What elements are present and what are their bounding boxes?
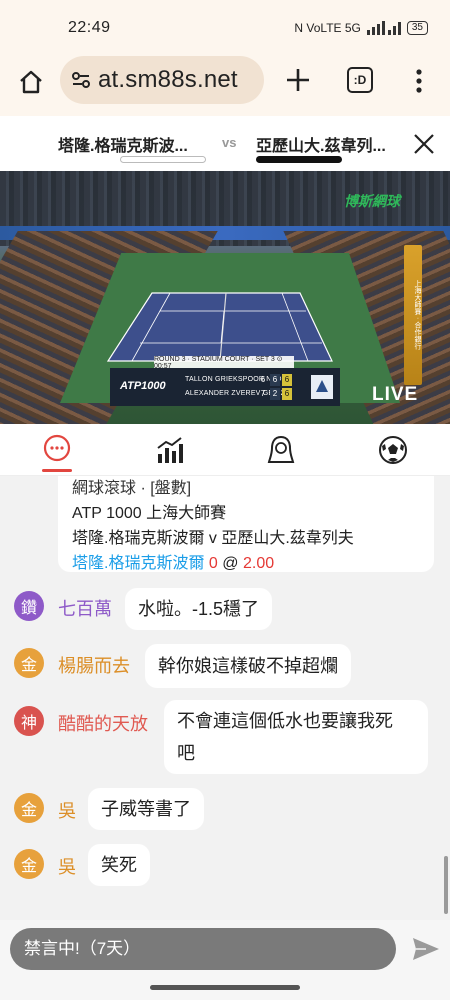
site-settings-icon[interactable] (70, 69, 92, 91)
card-bet-line: 塔隆.格瑞克斯波爾 0 @ 2.00 (72, 551, 434, 576)
active-tab-indicator (42, 469, 72, 472)
bar-chart-icon[interactable] (154, 434, 184, 466)
bet-selection: 塔隆.格瑞克斯波爾 (72, 555, 205, 572)
status-indicators: N VoLTE 5G 35 (294, 21, 428, 35)
tab-switcher-icon[interactable]: :D (347, 67, 373, 93)
round-label: ROUND 3 · STADIUM COURT · SET 3 ⊙ 00:57 (154, 356, 294, 370)
atp-logo: ATP1000 (120, 380, 166, 392)
chat-username[interactable]: 七百萬 (58, 595, 112, 621)
user-rank-badge: 神 (14, 706, 44, 736)
live-label: LIVE (372, 384, 419, 405)
vs-label: vs (222, 135, 237, 150)
chat-bubble-line: 不會連這個低水也要讓我死 (177, 711, 393, 731)
away-team-tab[interactable]: 亞歷山大.茲韋列... (256, 132, 386, 156)
system-nav-handle[interactable] (150, 985, 300, 990)
p2-set2: 2 (270, 388, 280, 400)
match-header: 塔隆.格瑞克斯波... vs 亞歷山大.茲韋列... (0, 116, 450, 171)
bet-at: @ (222, 555, 239, 572)
status-bar: 22:49 N VoLTE 5G 35 (0, 0, 450, 56)
content-tab-bar (0, 424, 450, 476)
chat-username[interactable]: 楊腸而去 (58, 652, 130, 678)
chat-bubble-line: 吧 (177, 743, 195, 763)
signal-icon (366, 21, 401, 35)
channel-logo: 博斯網球 (344, 193, 400, 209)
away-team-indicator (256, 156, 342, 163)
chat-bubble: 水啦。-1.5穩了 (125, 588, 273, 630)
p2-set1: 7 (260, 389, 266, 398)
battery-icon: 35 (406, 21, 428, 35)
url-bar[interactable]: at.sm88s.net (60, 56, 264, 104)
user-rank-badge: 金 (14, 793, 44, 823)
chat-bubble: 幹你娘這樣破不掉超爛 (145, 644, 351, 688)
network-indicators: N VoLTE 5G (294, 21, 361, 35)
url-text: at.sm88s.net (98, 66, 238, 93)
chat-bubble-icon[interactable] (42, 434, 72, 466)
home-icon[interactable] (17, 68, 45, 96)
card-tournament: ATP 1000 上海大師賽 (72, 505, 227, 522)
p1-set3: 6 (282, 374, 292, 386)
bet-handicap: 0 (208, 555, 218, 572)
chat-bubble: 笑死 (88, 844, 150, 886)
overflow-menu-icon[interactable] (414, 68, 424, 94)
status-time: 22:49 (68, 19, 111, 36)
user-rank-badge: 鑽 (14, 591, 44, 621)
p1-set2: 6 (270, 374, 280, 386)
bet-odds: 2.00 (242, 555, 275, 572)
home-team-tab[interactable]: 塔隆.格瑞克斯波... (58, 132, 188, 156)
close-icon[interactable] (412, 132, 436, 156)
tournament-crest-icon (311, 375, 333, 399)
chat-scrollbar[interactable] (444, 856, 448, 914)
live-video-player[interactable]: 博斯網球 上海大師賽 · 合作銀行 ROUND 3 · STADIUM COUR… (0, 171, 450, 424)
p2-set3: 6 (282, 388, 292, 400)
soccer-ball-icon[interactable] (378, 434, 408, 466)
chat-username[interactable]: 吳 (58, 853, 76, 879)
new-tab-icon[interactable] (284, 66, 312, 94)
chat-bubble: 不會連這個低水也要讓我死 吧 (164, 700, 428, 774)
scoreboard: ATP1000 TALLON GRIEKSPOOR NED ALEXANDER … (110, 368, 340, 406)
chat-username[interactable]: 吳 (58, 797, 76, 823)
bet-share-card[interactable]: 網球滾球 · [盤數] ATP 1000 上海大師賽 塔隆.格瑞克斯波爾 v 亞… (58, 476, 434, 572)
card-category: 網球滾球 · [盤數] (72, 480, 192, 497)
card-matchup: 塔隆.格瑞克斯波爾 v 亞歷山大.茲韋列夫 (72, 530, 354, 547)
chat-username[interactable]: 酷酷的天放 (58, 710, 148, 736)
chat-feed[interactable]: 網球滾球 · [盤數] ATP 1000 上海大師賽 塔隆.格瑞克斯波爾 v 亞… (0, 476, 450, 920)
p1-set1: 6 (260, 375, 266, 384)
browser-toolbar: at.sm88s.net :D (0, 56, 450, 116)
user-rank-badge: 金 (14, 849, 44, 879)
chat-input[interactable]: 禁言中!（7天） (10, 928, 396, 970)
side-sponsor-banner: 上海大師賽 · 合作銀行 (404, 245, 422, 385)
home-team-indicator (120, 156, 206, 163)
chat-bubble: 子威等書了 (88, 788, 204, 830)
send-icon[interactable] (412, 936, 440, 962)
person-icon[interactable] (266, 434, 296, 466)
user-rank-badge: 金 (14, 648, 44, 678)
